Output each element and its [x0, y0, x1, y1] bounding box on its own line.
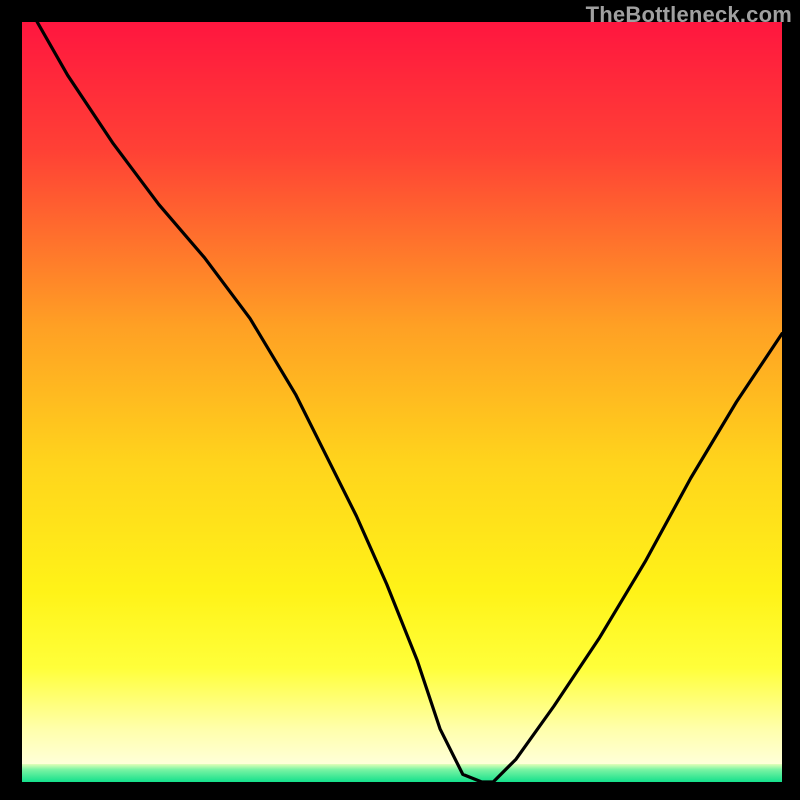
- chart-frame: TheBottleneck.com: [0, 0, 800, 800]
- plot-area: [22, 22, 782, 782]
- curve-line: [22, 22, 782, 782]
